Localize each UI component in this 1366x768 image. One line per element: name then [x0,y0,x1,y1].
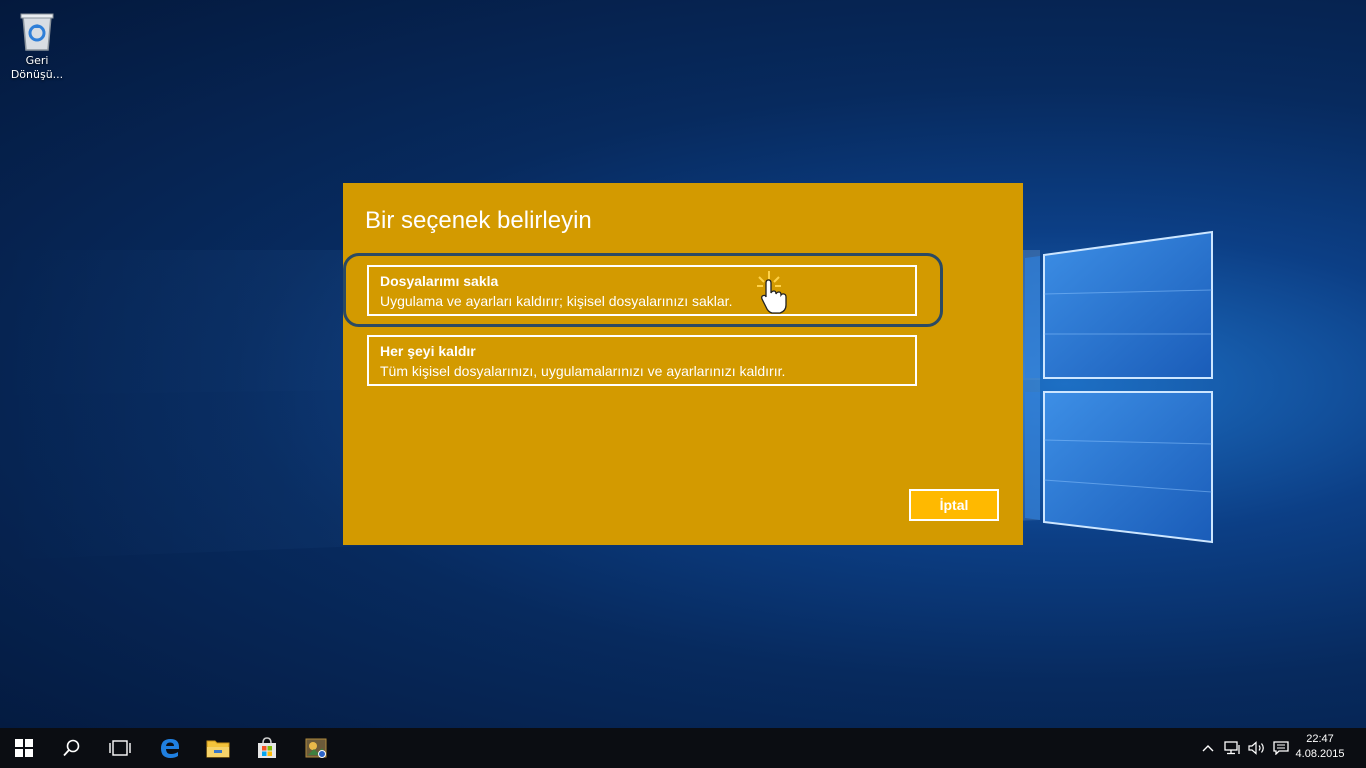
clock-time: 22:47 [1306,733,1334,745]
option-title: Her şeyi kaldır [380,343,476,359]
system-clock[interactable]: 22:47 4.08.2015 [1290,732,1350,762]
action-center-button[interactable] [1270,728,1292,768]
edge-browser-icon [161,739,179,758]
dialog-title: Bir seçenek belirleyin [365,207,592,234]
recycle-bin-icon [20,13,54,51]
option-description: Tüm kişisel dosyalarınızı, uygulamaların… [380,363,786,379]
reset-options-dialog: Bir seçenek belirleyin Dosyalarımı sakla… [343,183,1023,545]
recycle-bin-label-line1: Geri [25,54,49,67]
edge-browser-button[interactable] [146,728,194,768]
cancel-button[interactable]: İptal [909,489,999,521]
chevron-up-icon [1202,745,1214,752]
network-icon [1224,741,1240,755]
task-view-icon [109,740,131,756]
taskbar: 22:47 4.08.2015 [0,728,1366,768]
start-button[interactable] [0,728,48,768]
recycle-bin-label-line2: Dönüşü... [10,68,64,81]
keep-my-files-option[interactable]: Dosyalarımı sakla Uygulama ve ayarları k… [367,265,917,316]
option-description: Uygulama ve ayarları kaldırır; kişisel d… [380,293,733,309]
app-icon [305,738,327,758]
volume-icon [1248,741,1264,755]
search-icon [63,739,80,757]
search-button[interactable] [48,728,96,768]
store-button[interactable] [243,728,291,768]
task-view-button[interactable] [96,728,144,768]
remove-everything-option[interactable]: Her şeyi kaldır Tüm kişisel dosyalarınız… [367,335,917,386]
show-hidden-icons-button[interactable] [1198,728,1218,768]
network-button[interactable] [1222,728,1244,768]
file-explorer-icon [206,740,230,758]
option-title: Dosyalarımı sakla [380,273,499,289]
clock-date: 4.08.2015 [1295,748,1345,760]
store-icon [258,737,276,758]
pinned-app-button[interactable] [292,728,340,768]
recycle-bin-shortcut[interactable]: Geri Dönüşü... [6,8,68,82]
volume-button[interactable] [1246,728,1268,768]
windows-start-icon [15,739,33,757]
notification-icon [1273,741,1289,755]
file-explorer-button[interactable] [194,728,242,768]
